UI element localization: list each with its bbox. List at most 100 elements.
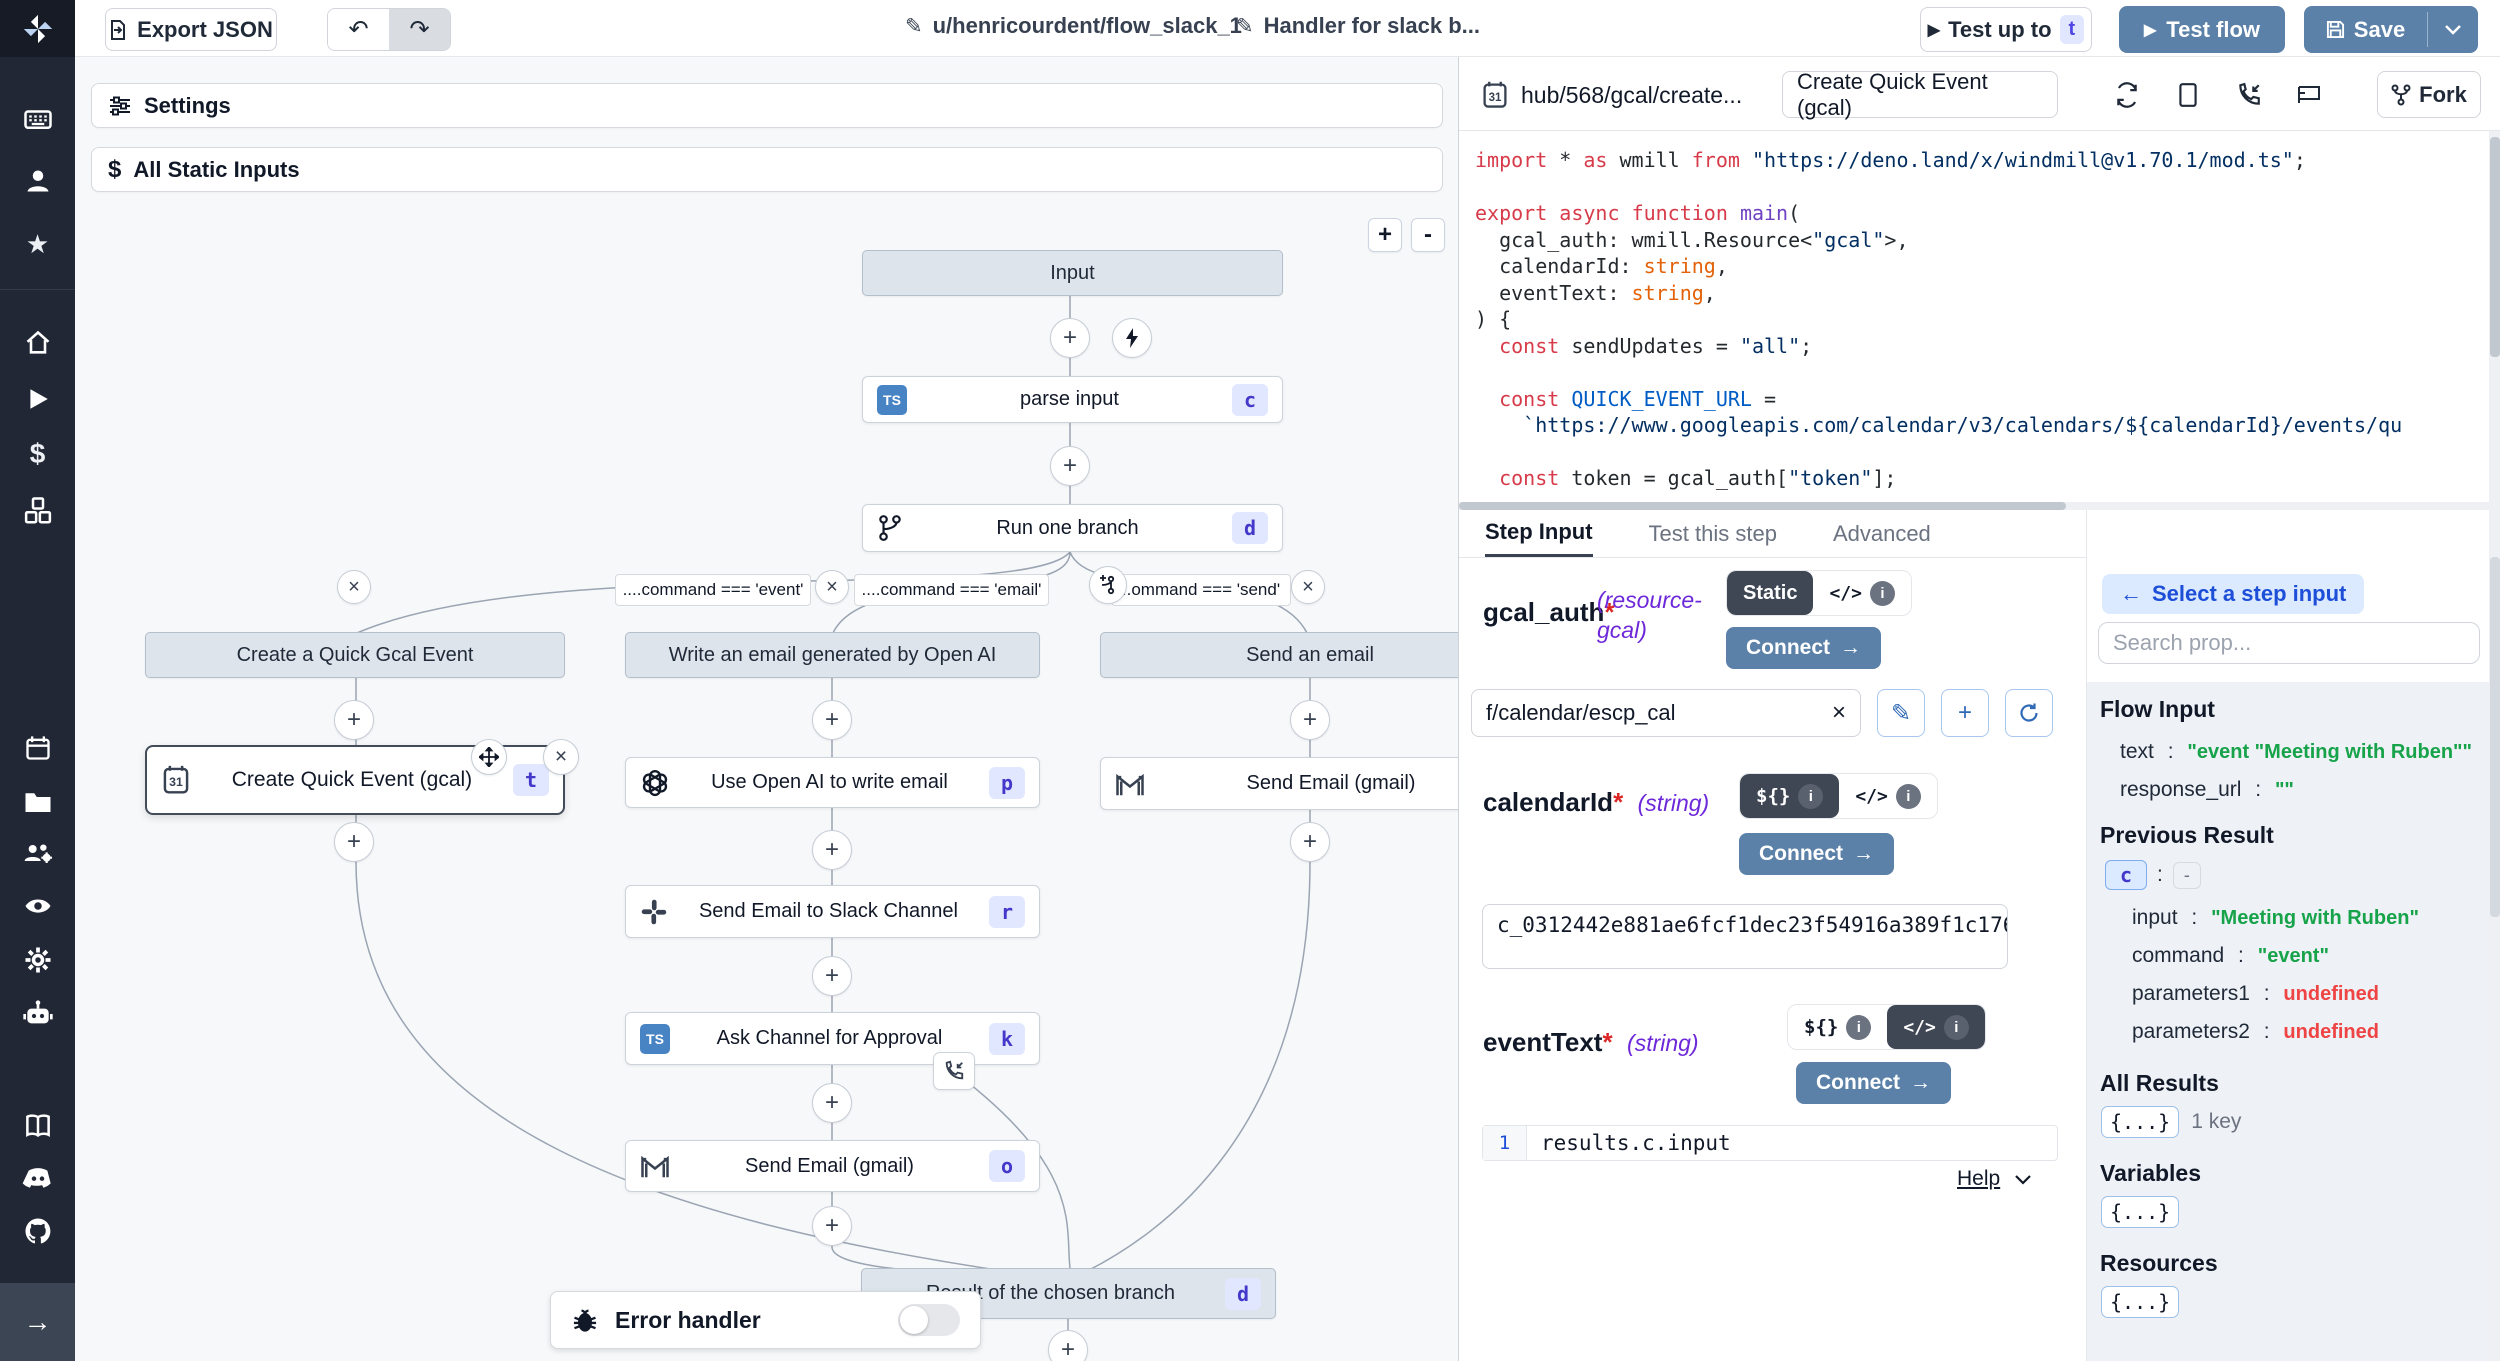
branch-header-openai[interactable]: Write an email generated by Open AI (625, 632, 1040, 678)
gcal-auth-connect-button[interactable]: Connect→ (1726, 627, 1881, 669)
branch-header-gcal[interactable]: Create a Quick Gcal Event (145, 632, 565, 678)
calendar-id-input[interactable]: c_0312442e881ae6fcf1dec23f54916a389f1c17… (1482, 904, 2008, 969)
code-hscrollbar-thumb[interactable] (1459, 502, 2066, 510)
step-node-openai[interactable]: Use Open AI to write email p (625, 757, 1040, 808)
add-step-button[interactable]: + (334, 700, 374, 740)
step-node-parse-input[interactable]: TS parse input c (862, 376, 1283, 423)
edit-resource-button[interactable]: ✎ (1877, 689, 1925, 737)
error-handler-toggle[interactable] (898, 1304, 960, 1336)
add-step-button[interactable]: + (1050, 318, 1090, 358)
folders-icon[interactable] (0, 780, 75, 824)
select-step-input-button[interactable]: ← Select a step input (2102, 574, 2364, 614)
remove-branch-button[interactable]: × (815, 570, 849, 604)
add-step-button[interactable]: + (1290, 822, 1330, 862)
flow-input-node[interactable]: Input (862, 250, 1283, 296)
branch-header-send-email[interactable]: Send an email (1100, 632, 1458, 678)
add-step-button[interactable]: + (1290, 700, 1330, 740)
collapse-sidebar-button[interactable]: → (0, 1283, 75, 1361)
flow-canvas[interactable]: Settings $ All Static Inputs + - Input +… (75, 57, 1458, 1361)
step-name-input[interactable]: Create Quick Event (gcal) (1782, 71, 2058, 118)
prop-row-parameters2[interactable]: parameters2 : undefined (2132, 1020, 2379, 1044)
code-editor[interactable]: import * as wmill from "https://deno.lan… (1459, 131, 2500, 502)
calendar-id-mode-toggle[interactable]: ${}i </>i (1739, 773, 1938, 819)
zoom-out-button[interactable]: - (1411, 218, 1445, 252)
schedules-calendar-icon[interactable] (0, 726, 75, 770)
add-step-button[interactable]: + (812, 956, 852, 996)
collapse-badge[interactable]: - (2173, 862, 2201, 889)
mode-javascript[interactable]: </>i (1839, 774, 1937, 818)
step-node-branch[interactable]: Run one branch d (862, 504, 1283, 552)
remove-branch-button[interactable]: × (1291, 570, 1325, 604)
github-icon[interactable] (0, 1209, 75, 1253)
event-text-expr-editor[interactable]: 1 results.c.input (1482, 1125, 2058, 1161)
audit-eye-icon[interactable] (0, 884, 75, 928)
gcal-auth-mode-toggle[interactable]: Static </>i (1726, 570, 1912, 616)
add-resource-button[interactable]: + (1941, 689, 1989, 737)
step-node-gmail-right[interactable]: Send Email (gmail) (1100, 757, 1458, 810)
add-step-button[interactable]: + (812, 830, 852, 870)
test-up-to-button[interactable]: ▶ Test up to t (1920, 7, 2092, 52)
calendar-id-connect-button[interactable]: Connect→ (1739, 833, 1894, 875)
refresh-resource-button[interactable] (2005, 689, 2053, 737)
panel-vscrollbar-thumb[interactable] (2490, 557, 2500, 917)
groups-users-icon[interactable] (0, 831, 75, 875)
delete-step-button[interactable]: × (543, 739, 579, 775)
save-dropdown-button[interactable] (2428, 6, 2478, 53)
settings-gear-icon[interactable] (0, 938, 75, 982)
prop-row-step-c[interactable]: c : - (2105, 860, 2201, 890)
add-step-button[interactable]: + (1050, 446, 1090, 486)
all-static-inputs-bar[interactable]: $ All Static Inputs (91, 147, 1443, 192)
prop-row-parameters1[interactable]: parameters1 : undefined (2132, 982, 2379, 1006)
help-link[interactable]: Help (1957, 1167, 2032, 1191)
step-node-approval[interactable]: TS Ask Channel for Approval k (625, 1012, 1040, 1065)
add-step-button[interactable]: + (812, 1083, 852, 1123)
flow-path-edit[interactable]: ✎ u/henricourdent/flow_slack_1 (905, 13, 1242, 39)
add-step-button[interactable]: + (334, 822, 374, 862)
event-text-mode-toggle[interactable]: ${}i </>i (1787, 1004, 1986, 1050)
windmill-logo[interactable] (0, 0, 75, 57)
trigger-bolt-button[interactable] (1112, 318, 1152, 358)
resource-path-input[interactable]: f/calendar/escp_cal × (1471, 689, 1861, 737)
mode-template[interactable]: ${}i (1788, 1005, 1887, 1049)
flow-settings-bar[interactable]: Settings (91, 83, 1443, 128)
add-branch-button[interactable] (1089, 566, 1127, 604)
step-node-gmail-mid[interactable]: Send Email (gmail) o (625, 1140, 1040, 1192)
runs-play-icon[interactable] (0, 377, 75, 421)
user-icon[interactable] (0, 159, 75, 203)
home-icon[interactable] (0, 321, 75, 365)
search-prop-input[interactable]: Search prop... (2098, 622, 2480, 664)
variables-object-badge[interactable]: {...} (2101, 1196, 2179, 1228)
prop-row-text[interactable]: text : "event "Meeting with Ruben"" (2120, 740, 2472, 764)
resources-object-badge[interactable]: {...} (2101, 1286, 2179, 1318)
tab-test-this-step[interactable]: Test this step (1649, 510, 1777, 557)
redo-button[interactable]: ↷ (389, 9, 450, 50)
workers-bot-icon[interactable] (0, 992, 75, 1036)
fork-button[interactable]: Fork (2377, 71, 2481, 118)
discord-icon[interactable] (0, 1156, 75, 1200)
star-icon[interactable]: ★ (0, 222, 75, 266)
add-step-button[interactable]: + (812, 700, 852, 740)
keyboard-icon[interactable] (0, 97, 75, 141)
suspend-step-badge[interactable] (933, 1052, 975, 1090)
mode-static[interactable]: Static (1727, 571, 1813, 615)
sleep-flag-icon-button[interactable] (2292, 77, 2328, 113)
branch-condition-event[interactable]: ....command === 'event' (615, 574, 811, 606)
resources-cubes-icon[interactable] (0, 489, 75, 533)
move-step-handle[interactable] (471, 739, 507, 775)
prop-row-response-url[interactable]: response_url : "" (2120, 778, 2294, 802)
save-button[interactable]: Save (2304, 6, 2427, 53)
mode-template[interactable]: ${}i (1740, 774, 1839, 818)
test-flow-button[interactable]: ▶ Test flow (2119, 6, 2285, 53)
mode-javascript[interactable]: </>i (1887, 1005, 1985, 1049)
event-text-connect-button[interactable]: Connect→ (1796, 1062, 1951, 1104)
remove-branch-button[interactable]: × (337, 570, 371, 604)
step-node-slack[interactable]: Send Email to Slack Channel r (625, 885, 1040, 938)
export-json-button[interactable]: Export JSON (105, 8, 277, 51)
clear-resource-icon[interactable]: × (1832, 699, 1846, 727)
prop-row-command[interactable]: command : "event" (2132, 944, 2329, 968)
code-vscrollbar-thumb[interactable] (2490, 137, 2500, 357)
stop-square-icon-button[interactable] (2170, 77, 2206, 113)
prop-row-input[interactable]: input : "Meeting with Ruben" (2132, 906, 2419, 930)
docs-book-icon[interactable] (0, 1104, 75, 1148)
flow-name-edit[interactable]: ✎ Handler for slack b... (1236, 13, 1480, 39)
